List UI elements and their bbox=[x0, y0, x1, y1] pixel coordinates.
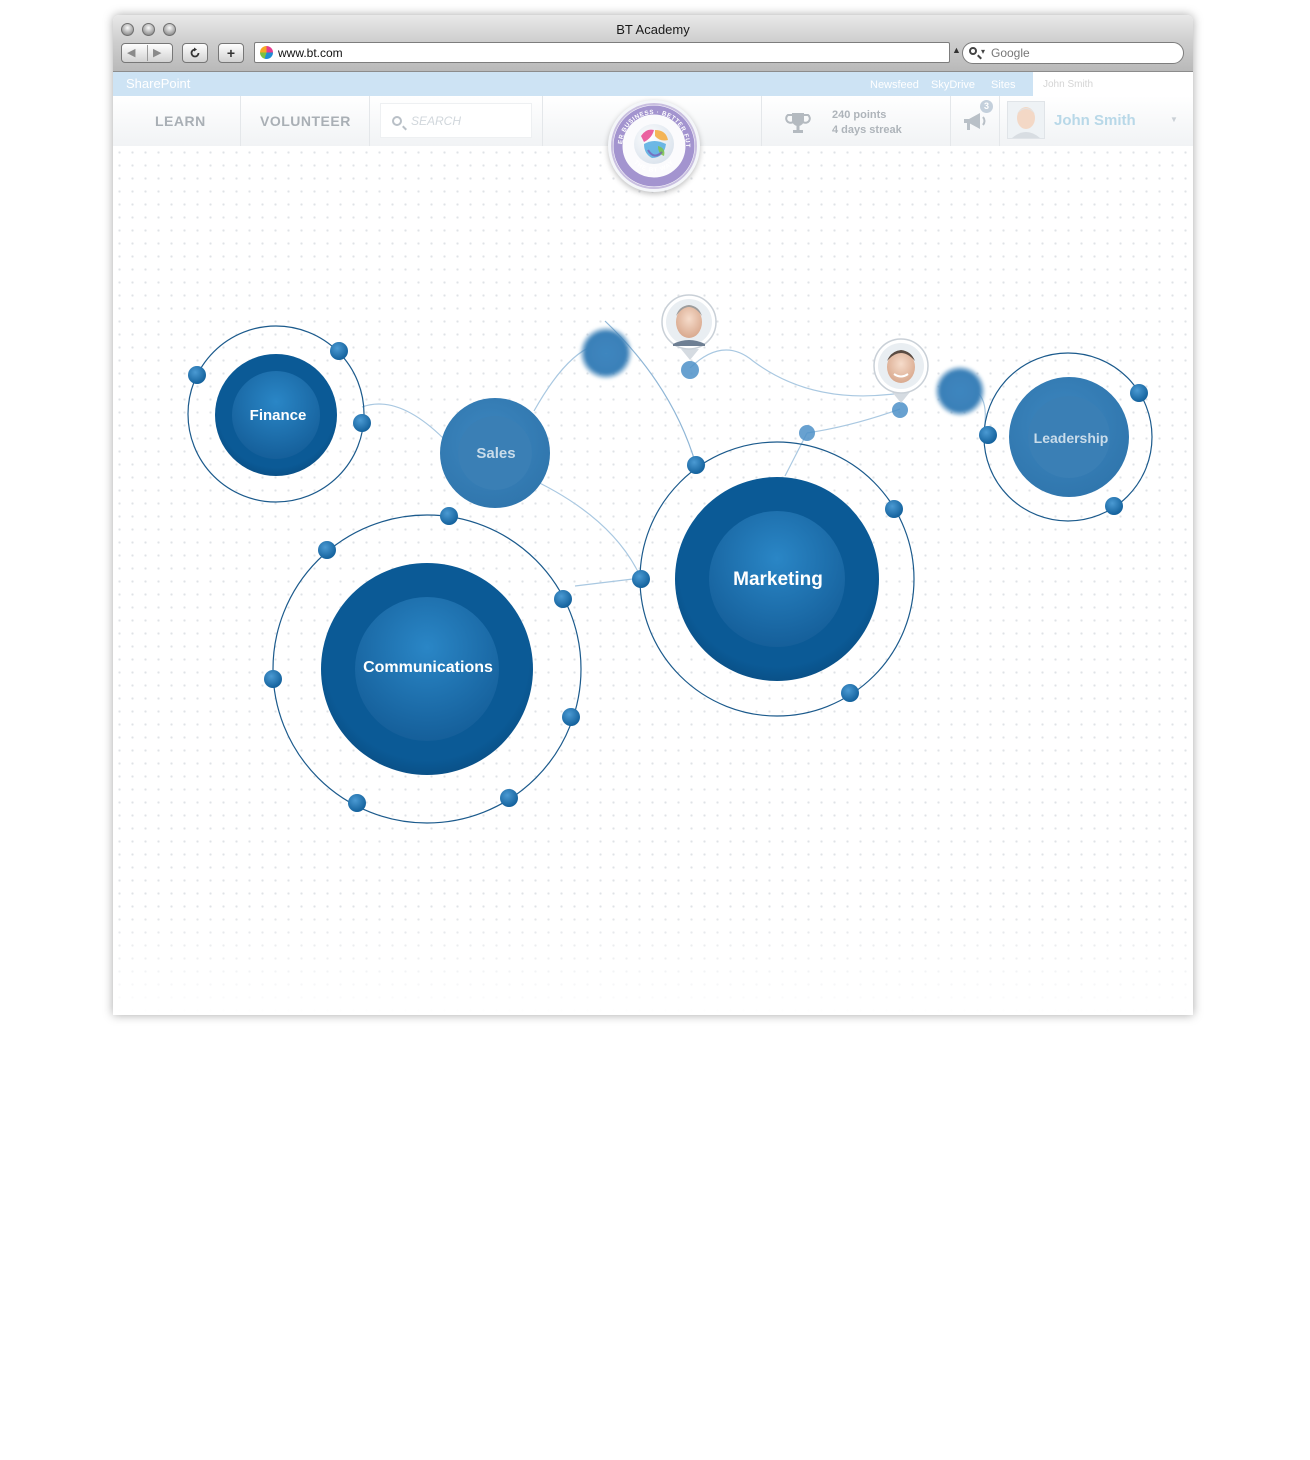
app-search-box[interactable] bbox=[380, 103, 532, 138]
node-label-sales: Sales bbox=[476, 445, 515, 462]
orbit-dot[interactable] bbox=[632, 570, 650, 588]
sp-link-newsfeed[interactable]: Newsfeed bbox=[870, 79, 919, 91]
back-arrow-icon[interactable]: ◀ bbox=[127, 46, 135, 59]
node-label-marketing: Marketing bbox=[733, 569, 823, 590]
bt-way-badge-logo[interactable]: BETTER BUSINESS · BETTER FUTURE THE BT W… bbox=[605, 95, 700, 192]
divider bbox=[950, 96, 951, 146]
orbit-dot[interactable] bbox=[353, 414, 371, 432]
megaphone-icon[interactable] bbox=[962, 112, 988, 132]
orbit-dot[interactable] bbox=[318, 541, 336, 559]
link-dot-avatar bbox=[806, 408, 901, 434]
header-user-name[interactable]: John Smith bbox=[1054, 112, 1136, 129]
bt-favicon-icon bbox=[260, 46, 273, 59]
reload-icon bbox=[190, 47, 200, 58]
orbit-dot[interactable] bbox=[1105, 497, 1123, 515]
orbit-dot[interactable] bbox=[188, 366, 206, 384]
connector-dot[interactable] bbox=[799, 425, 815, 441]
node-label-finance: Finance bbox=[250, 407, 307, 424]
browser-search-placeholder: Google bbox=[991, 46, 1030, 60]
browser-titlebar: BT Academy ◀ ▶ + www.bt.com ▲ ▾ Google bbox=[113, 15, 1193, 72]
sp-link-skydrive[interactable]: SkyDrive bbox=[931, 79, 975, 91]
window-title: BT Academy bbox=[616, 22, 690, 37]
connector-dot[interactable] bbox=[681, 361, 699, 379]
floating-bubble[interactable] bbox=[579, 326, 633, 380]
link-comms-marketing bbox=[574, 577, 642, 587]
skills-graph-canvas: Finance Sales Leadership Marketing Commu… bbox=[113, 146, 1193, 1015]
orbit-dot[interactable] bbox=[330, 342, 348, 360]
orbit-dot[interactable] bbox=[440, 507, 458, 525]
forward-arrow-icon[interactable]: ▶ bbox=[153, 46, 161, 59]
node-sales[interactable]: Sales bbox=[440, 398, 550, 508]
skills-graph: Finance Sales Leadership Marketing Commu… bbox=[187, 294, 1153, 824]
url-text[interactable]: www.bt.com bbox=[278, 46, 343, 60]
browser-search-field[interactable]: ▾ Google bbox=[962, 42, 1184, 64]
node-label-communications: Communications bbox=[363, 659, 493, 676]
chevron-down-icon[interactable]: ▼ bbox=[1170, 115, 1178, 124]
browser-window: BT Academy ◀ ▶ + www.bt.com ▲ ▾ Google S… bbox=[113, 15, 1193, 1015]
node-communications[interactable]: Communications bbox=[264, 507, 582, 824]
orbit-dot[interactable] bbox=[687, 456, 705, 474]
orbit-dot[interactable] bbox=[500, 789, 518, 807]
address-bar[interactable]: www.bt.com bbox=[254, 42, 950, 63]
connector-dot[interactable] bbox=[892, 402, 908, 418]
node-leadership[interactable]: Leadership bbox=[979, 352, 1153, 522]
points-text: 240 points bbox=[832, 109, 887, 121]
orbit-dot[interactable] bbox=[554, 590, 572, 608]
divider bbox=[761, 96, 762, 146]
bt-logo-icon: BETTER BUSINESS · BETTER FUTURE THE BT W… bbox=[605, 95, 697, 189]
orbit-dot[interactable] bbox=[841, 684, 859, 702]
reload-button[interactable] bbox=[182, 43, 208, 63]
divider bbox=[240, 96, 241, 146]
orbit-dot[interactable] bbox=[562, 708, 580, 726]
divider bbox=[369, 96, 370, 146]
orbit-dot[interactable] bbox=[348, 794, 366, 812]
back-forward-buttons: ◀ ▶ bbox=[121, 43, 173, 63]
orbit-dot[interactable] bbox=[979, 426, 997, 444]
sharepoint-bar: SharePoint Newsfeed SkyDrive Sites John … bbox=[113, 72, 1193, 96]
link-avatar-leadership bbox=[689, 349, 902, 397]
trophy-icon bbox=[785, 113, 811, 133]
search-icon bbox=[392, 116, 402, 126]
url-dropdown-icon[interactable]: ▲ bbox=[952, 45, 961, 55]
app-search-input[interactable] bbox=[409, 113, 523, 129]
new-tab-button[interactable]: + bbox=[218, 43, 244, 63]
user-avatar[interactable] bbox=[1007, 101, 1045, 139]
node-marketing[interactable]: Marketing bbox=[632, 441, 915, 717]
search-icon bbox=[969, 47, 977, 55]
streak-text: 4 days streak bbox=[832, 124, 902, 136]
orbit-dot[interactable] bbox=[1130, 384, 1148, 402]
nav-learn[interactable]: LEARN bbox=[155, 113, 206, 129]
orbit-dot[interactable] bbox=[885, 500, 903, 518]
link-finance-sales bbox=[361, 403, 444, 439]
sp-link-sites[interactable]: Sites bbox=[991, 79, 1015, 91]
divider bbox=[542, 96, 543, 146]
user-pin-1[interactable] bbox=[661, 294, 717, 360]
sp-user-name: John Smith bbox=[1043, 79, 1094, 90]
divider bbox=[999, 96, 1000, 146]
user-avatar-icon bbox=[1008, 102, 1044, 138]
pin-pointer bbox=[681, 349, 699, 360]
sharepoint-brand[interactable]: SharePoint bbox=[126, 76, 190, 91]
floating-bubble[interactable] bbox=[934, 365, 986, 417]
divider bbox=[147, 45, 148, 61]
node-label-leadership: Leadership bbox=[1034, 430, 1109, 446]
nav-volunteer[interactable]: VOLUNTEER bbox=[260, 113, 351, 129]
search-engine-dropdown-icon[interactable]: ▾ bbox=[981, 47, 985, 56]
sp-user-menu[interactable]: John Smith bbox=[1033, 72, 1193, 96]
orbit-dot[interactable] bbox=[264, 670, 282, 688]
node-finance[interactable]: Finance bbox=[187, 325, 371, 503]
notification-count-badge: 3 bbox=[980, 100, 993, 113]
user-pin-2[interactable] bbox=[873, 338, 929, 403]
link-sales-marketing bbox=[524, 475, 642, 579]
